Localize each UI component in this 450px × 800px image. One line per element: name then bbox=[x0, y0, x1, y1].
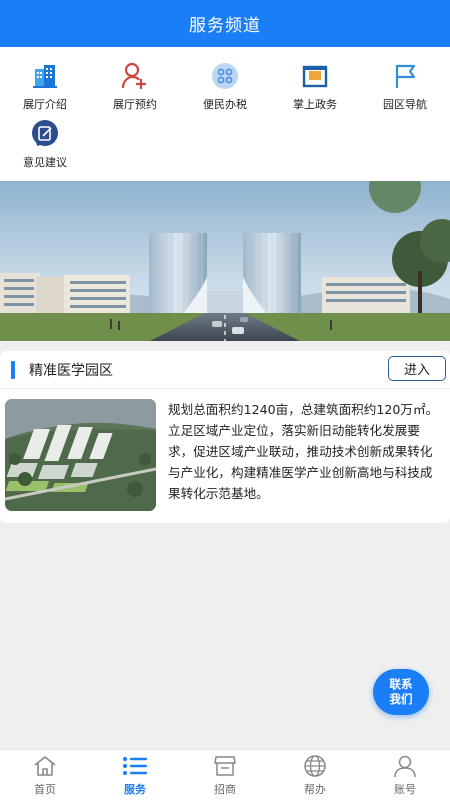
list-icon bbox=[122, 754, 148, 778]
park-description: 规划总面积约1240亩，总建筑面积约120万㎡。立足区域产业定位，落实新旧动能转… bbox=[168, 402, 439, 501]
tab-account[interactable]: 账号 bbox=[360, 750, 450, 800]
tab-label: 招商 bbox=[214, 782, 236, 796]
feedback-icon bbox=[30, 119, 60, 149]
tab-assist[interactable]: 帮办 bbox=[270, 750, 360, 800]
grid-item-label: 意见建议 bbox=[23, 156, 67, 169]
grid-item-hall-booking[interactable]: 展厅预约 bbox=[90, 61, 180, 119]
store-icon bbox=[213, 754, 237, 778]
grid-item-label: 展厅预约 bbox=[113, 98, 157, 111]
banner-image[interactable] bbox=[0, 181, 450, 341]
enter-button[interactable]: 进入 bbox=[388, 356, 446, 381]
person-icon bbox=[393, 754, 417, 778]
tab-home[interactable]: 首页 bbox=[0, 750, 90, 800]
park-title: 精准医学园区 bbox=[29, 362, 113, 379]
park-thumbnail[interactable] bbox=[5, 399, 156, 511]
grid-item-label: 掌上政务 bbox=[293, 98, 337, 111]
user-add-icon bbox=[120, 61, 150, 91]
grid-item-label: 展厅介绍 bbox=[23, 98, 67, 111]
tab-label: 首页 bbox=[34, 782, 56, 796]
page-title: 服务频道 bbox=[189, 16, 261, 36]
top-bar: 服务频道 bbox=[0, 0, 450, 47]
tab-label: 帮办 bbox=[304, 782, 326, 796]
title-accent-bar bbox=[11, 360, 15, 379]
building-icon bbox=[30, 61, 60, 91]
apps-icon bbox=[210, 61, 240, 91]
contact-us-button[interactable]: 联系 我们 bbox=[373, 669, 429, 715]
bottom-tab-bar: 首页 服务 招商 帮办 账号 bbox=[0, 749, 450, 800]
tab-label: 账号 bbox=[394, 782, 416, 796]
grid-item-label: 便民办税 bbox=[203, 98, 247, 111]
globe-icon bbox=[303, 754, 327, 778]
grid-item-hall-intro[interactable]: 展厅介绍 bbox=[0, 61, 90, 119]
grid-item-label: 园区导航 bbox=[383, 98, 427, 111]
park-card: 精准医学园区 进入 规划总面积约1240亩，总建筑面积约120万㎡。立足区域产业… bbox=[0, 351, 450, 523]
contact-line1: 联系 bbox=[389, 677, 413, 691]
grid-item-mobile-gov[interactable]: 掌上政务 bbox=[270, 61, 360, 119]
grid-item-feedback[interactable]: 意见建议 bbox=[0, 119, 90, 177]
grid-item-tax-service[interactable]: 便民办税 bbox=[180, 61, 270, 119]
tab-service[interactable]: 服务 bbox=[90, 750, 180, 800]
home-icon bbox=[33, 754, 57, 778]
tab-label: 服务 bbox=[124, 782, 146, 796]
grid-item-park-nav[interactable]: 园区导航 bbox=[360, 61, 450, 119]
flag-icon bbox=[390, 61, 420, 91]
service-grid: 展厅介绍 展厅预约 便民办税 掌上政务 园区导航 意见建议 bbox=[0, 47, 450, 181]
contact-line2: 我们 bbox=[389, 692, 413, 706]
tab-investment[interactable]: 招商 bbox=[180, 750, 270, 800]
id-card-icon bbox=[300, 61, 330, 91]
park-card-header: 精准医学园区 bbox=[0, 351, 450, 389]
